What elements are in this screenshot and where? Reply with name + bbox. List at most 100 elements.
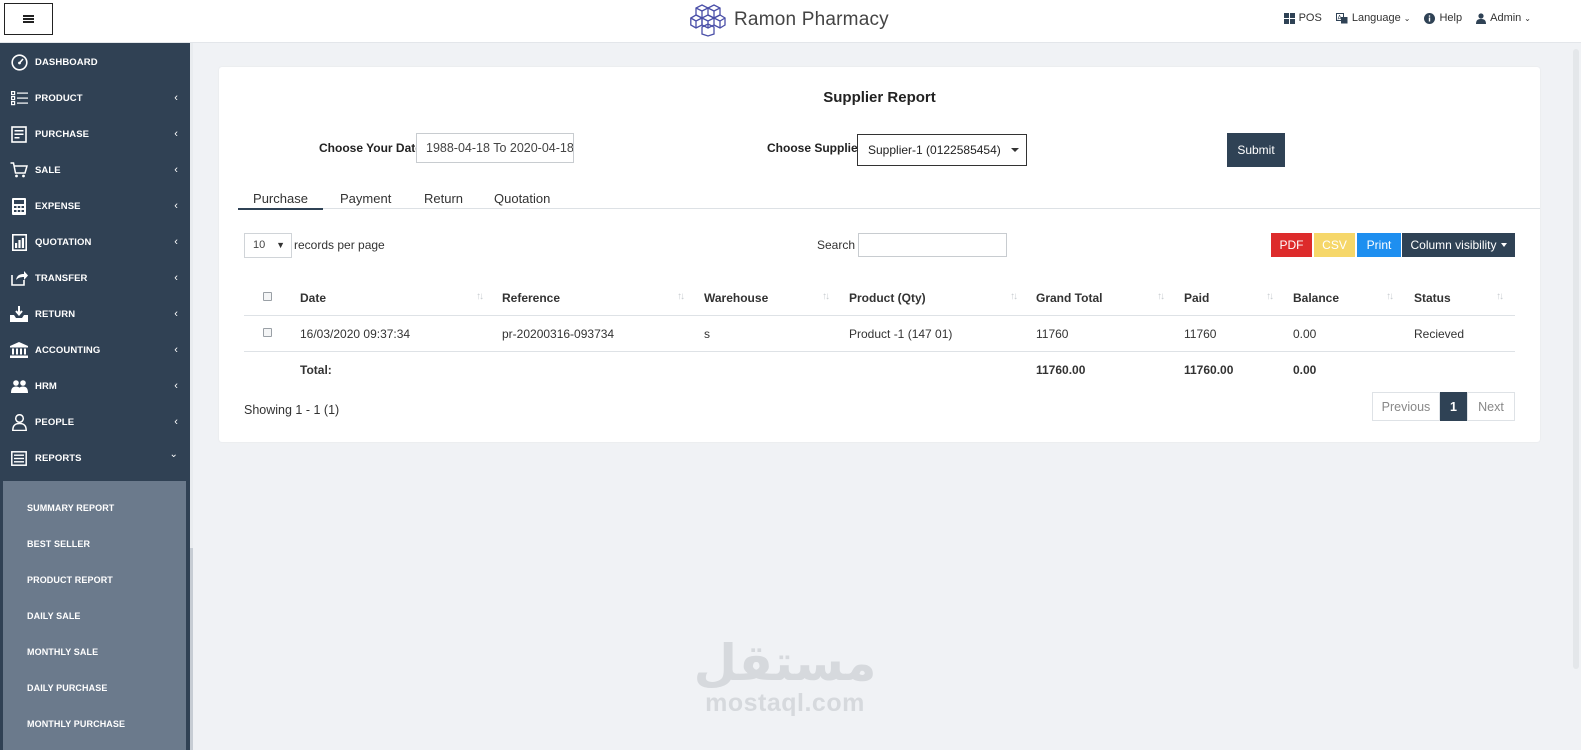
purchase-icon bbox=[10, 125, 28, 143]
chevron-left-icon: ‹ bbox=[174, 128, 178, 140]
sort-icon[interactable]: ↑↓ bbox=[1157, 291, 1165, 302]
column-visibility-button[interactable]: Column visibility bbox=[1402, 233, 1515, 257]
sidebar-item-product[interactable]: PRODUCT ‹ bbox=[0, 80, 190, 116]
sort-icon[interactable]: ↑↓ bbox=[822, 291, 830, 302]
col-product-qty[interactable]: Product (Qty) bbox=[849, 291, 926, 305]
caret-down-icon: ▼ bbox=[276, 240, 285, 250]
reports-submenu: SUMMARY REPORT BEST SELLER PRODUCT REPOR… bbox=[3, 481, 186, 750]
tab-return[interactable]: Return bbox=[424, 191, 463, 206]
sidebar-item-accounting[interactable]: ACCOUNTING ‹ bbox=[0, 332, 190, 368]
caret-down-icon bbox=[1011, 148, 1019, 152]
cart-icon bbox=[10, 161, 28, 179]
total-label: Total: bbox=[300, 363, 332, 377]
previous-page-button[interactable]: Previous bbox=[1372, 392, 1440, 421]
admin-dropdown[interactable]: Admin ⌄ bbox=[1476, 12, 1531, 24]
csv-button[interactable]: CSV bbox=[1314, 233, 1355, 257]
top-nav: POS A Language ⌄ Help Admin ⌄ bbox=[1270, 12, 1531, 24]
sidebar-scrollbar[interactable] bbox=[190, 43, 193, 750]
sidebar-item-transfer[interactable]: TRANSFER ‹ bbox=[0, 260, 190, 296]
col-status[interactable]: Status bbox=[1414, 291, 1451, 305]
chevron-left-icon: ‹ bbox=[174, 416, 178, 428]
sidebar-item-sale[interactable]: SALE ‹ bbox=[0, 152, 190, 188]
watermark: مستقل mostaql.com bbox=[690, 637, 880, 717]
list-icon bbox=[10, 89, 28, 107]
sort-icon[interactable]: ↑↓ bbox=[1266, 291, 1274, 302]
sidebar-item-reports[interactable]: REPORTS ⌄ bbox=[0, 440, 190, 476]
col-date[interactable]: Date bbox=[300, 291, 326, 305]
sidebar-scrollbar-thumb[interactable] bbox=[190, 43, 193, 548]
col-balance[interactable]: Balance bbox=[1293, 291, 1339, 305]
help-link[interactable]: Help bbox=[1424, 12, 1462, 24]
brand[interactable]: Ramon Pharmacy bbox=[690, 3, 889, 37]
chevron-down-icon: ⌄ bbox=[1524, 13, 1531, 23]
search-input[interactable] bbox=[858, 233, 1007, 257]
records-per-page-label: records per page bbox=[294, 238, 385, 252]
submenu-item-summary-report[interactable]: SUMMARY REPORT bbox=[27, 503, 114, 513]
showing-info: Showing 1 - 1 (1) bbox=[244, 403, 340, 417]
col-paid[interactable]: Paid bbox=[1184, 291, 1209, 305]
page-scrollbar-thumb[interactable] bbox=[1573, 49, 1579, 669]
cell-balance: 0.00 bbox=[1293, 327, 1317, 341]
cell-warehouse: s bbox=[704, 327, 710, 341]
chevron-left-icon: ‹ bbox=[174, 272, 178, 284]
print-button[interactable]: Print bbox=[1357, 233, 1401, 257]
table-row[interactable]: 16/03/2020 09:37:34 pr-20200316-093734 s… bbox=[244, 316, 1515, 352]
pos-link[interactable]: POS bbox=[1283, 12, 1322, 24]
next-page-button[interactable]: Next bbox=[1467, 392, 1515, 421]
sidebar-item-people[interactable]: PEOPLE ‹ bbox=[0, 404, 190, 440]
page-1-button[interactable]: 1 bbox=[1440, 392, 1467, 421]
pdf-button[interactable]: PDF bbox=[1271, 233, 1312, 257]
report-icon bbox=[10, 449, 28, 467]
submenu-item-daily-purchase[interactable]: DAILY PURCHASE bbox=[27, 683, 107, 693]
submenu-item-best-seller[interactable]: BEST SELLER bbox=[27, 539, 90, 549]
top-header: Ramon Pharmacy POS A Language ⌄ Help Adm… bbox=[0, 0, 1581, 43]
users-icon bbox=[10, 377, 28, 395]
chevron-left-icon: ‹ bbox=[174, 308, 178, 320]
total-paid: 11760.00 bbox=[1184, 363, 1234, 377]
sort-icon[interactable]: ↑↓ bbox=[476, 291, 484, 302]
records-per-page-select[interactable]: 10 ▼ bbox=[244, 233, 292, 258]
table-header-row: Date ↑↓ Reference ↑↓ Warehouse ↑↓ Produc… bbox=[244, 280, 1515, 316]
submit-button[interactable]: Submit bbox=[1227, 133, 1285, 167]
chevron-left-icon: ‹ bbox=[174, 344, 178, 356]
date-range-input[interactable]: 1988-04-18 To 2020-04-18 bbox=[416, 133, 574, 163]
sidebar-item-hrm[interactable]: HRM ‹ bbox=[0, 368, 190, 404]
chevron-left-icon: ‹ bbox=[174, 200, 178, 212]
admin-label: Admin bbox=[1490, 12, 1522, 24]
sort-icon[interactable]: ↑↓ bbox=[677, 291, 685, 302]
sort-icon[interactable]: ↑↓ bbox=[1386, 291, 1394, 302]
col-reference[interactable]: Reference bbox=[502, 291, 560, 305]
total-balance: 0.00 bbox=[1293, 363, 1317, 377]
submenu-item-daily-sale[interactable]: DAILY SALE bbox=[27, 611, 81, 621]
cell-product-qty: Product -1 (147 01) bbox=[849, 327, 953, 341]
select-all-checkbox[interactable] bbox=[263, 292, 272, 301]
cell-reference: pr-20200316-093734 bbox=[502, 327, 615, 341]
col-grand-total[interactable]: Grand Total bbox=[1036, 291, 1102, 305]
tab-purchase[interactable]: Purchase bbox=[238, 191, 323, 210]
col-warehouse[interactable]: Warehouse bbox=[704, 291, 768, 305]
sort-icon[interactable]: ↑↓ bbox=[1010, 291, 1018, 302]
row-checkbox[interactable] bbox=[263, 328, 272, 337]
submenu-item-monthly-sale[interactable]: MONTHLY SALE bbox=[27, 647, 98, 657]
submenu-item-product-report[interactable]: PRODUCT REPORT bbox=[27, 575, 113, 585]
search-label: Search bbox=[817, 238, 856, 252]
chevron-left-icon: ‹ bbox=[174, 164, 178, 176]
bank-icon bbox=[10, 341, 28, 359]
watermark-arabic: مستقل bbox=[693, 634, 877, 692]
records-per-page-value: 10 bbox=[253, 239, 266, 251]
menu-toggle-button[interactable] bbox=[4, 3, 53, 35]
sidebar-item-purchase[interactable]: PURCHASE ‹ bbox=[0, 116, 190, 152]
sidebar-item-dashboard[interactable]: DASHBOARD bbox=[0, 44, 190, 80]
submenu-item-monthly-purchase[interactable]: MONTHLY PURCHASE bbox=[27, 719, 125, 729]
page-scrollbar[interactable] bbox=[1569, 43, 1581, 750]
help-label: Help bbox=[1439, 12, 1463, 24]
sort-icon[interactable]: ↑↓ bbox=[1496, 291, 1504, 302]
language-dropdown[interactable]: A Language ⌄ bbox=[1335, 12, 1410, 24]
sidebar-item-quotation[interactable]: QUOTATION ‹ bbox=[0, 224, 190, 260]
tab-payment[interactable]: Payment bbox=[340, 191, 391, 206]
supplier-select[interactable]: Supplier-1 (0122585454) bbox=[857, 134, 1027, 166]
sidebar-item-expense[interactable]: EXPENSE ‹ bbox=[0, 188, 190, 224]
sidebar-item-return[interactable]: RETURN ‹ bbox=[0, 296, 190, 332]
tab-quotation[interactable]: Quotation bbox=[494, 191, 550, 206]
supplier-label: Choose Supplier bbox=[767, 141, 863, 155]
